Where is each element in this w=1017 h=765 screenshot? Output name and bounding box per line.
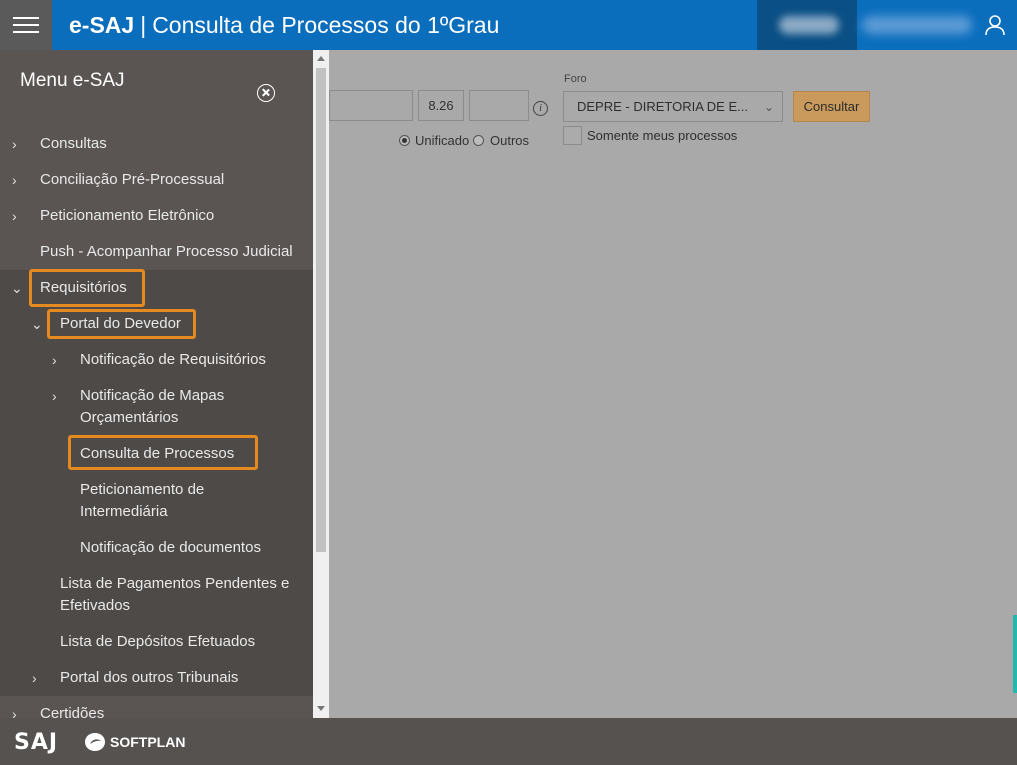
saj-logo: SAJ <box>14 730 59 755</box>
sidebar-item-notificacao-requisitorios[interactable]: Notificação de Requisitórios <box>80 349 266 371</box>
sidebar-item-consulta-processos[interactable]: Consulta de Processos <box>80 443 234 465</box>
chevron-right-icon: › <box>12 706 17 718</box>
sidebar-item-requisitorios[interactable]: Requisitórios <box>40 277 127 299</box>
process-number-field-3[interactable] <box>469 90 529 121</box>
chevron-right-icon: › <box>12 208 17 224</box>
title-separator: | <box>140 12 147 38</box>
sidebar-menu: Menu e-SAJ › Consultas › Conciliação Pré… <box>0 50 313 718</box>
sidebar-item-certidoes[interactable]: Certidões <box>40 703 104 718</box>
close-icon[interactable] <box>257 84 275 102</box>
chevron-down-icon: ⌄ <box>11 280 23 296</box>
info-icon[interactable]: i <box>533 101 548 116</box>
softplan-logo: SOFTPLAN <box>84 732 185 752</box>
sidebar-item-conciliacao[interactable]: Conciliação Pré-Processual <box>40 169 224 191</box>
sidebar-item-notificacao-documentos[interactable]: Notificação de documentos <box>80 537 261 559</box>
somente-meus-processos-label: Somente meus processos <box>587 128 738 143</box>
sidebar-item-notificacao-mapas-line2[interactable]: Orçamentários <box>80 407 178 429</box>
process-number-field-2[interactable]: 8.26 <box>418 90 464 121</box>
side-feedback-tab[interactable] <box>1013 615 1017 693</box>
scroll-down-arrow-icon[interactable] <box>317 706 325 711</box>
somente-meus-processos-checkbox[interactable] <box>563 126 582 145</box>
foro-select[interactable]: DEPRE - DIRETORIA DE E... ⌄ <box>563 91 783 122</box>
radio-outros-label: Outros <box>490 133 530 148</box>
chevron-right-icon: › <box>52 352 57 368</box>
radio-outros[interactable] <box>473 135 484 146</box>
softplan-mark-icon <box>85 733 105 751</box>
scroll-up-arrow-icon[interactable] <box>317 56 325 61</box>
sidebar-item-peticionamento-intermediaria-line2[interactable]: Intermediária <box>80 501 168 523</box>
menu-title: Menu e-SAJ <box>20 70 125 91</box>
sidebar-item-push[interactable]: Push - Acompanhar Processo Judicial <box>40 241 293 263</box>
user-icon[interactable] <box>984 14 1006 36</box>
sidebar-item-portal-outros-tribunais[interactable]: Portal dos outros Tribunais <box>60 667 238 689</box>
brand-name: e-SAJ <box>69 12 135 38</box>
sidebar-item-portal-devedor[interactable]: Portal do Devedor <box>60 313 181 335</box>
chevron-right-icon: › <box>32 670 37 686</box>
softplan-text: SOFTPLAN <box>110 734 186 750</box>
chevron-down-icon: ⌄ <box>763 100 774 114</box>
sidebar-item-lista-pagamentos[interactable]: Lista de Pagamentos Pendentes e <box>60 573 289 595</box>
redacted-user-info <box>757 0 857 50</box>
chevron-right-icon: › <box>12 172 17 188</box>
app-title: e-SAJ | Consulta de Processos do 1ºGrau <box>69 11 499 39</box>
hamburger-menu-button[interactable] <box>0 0 52 50</box>
sidebar-item-peticionamento[interactable]: Peticionamento Eletrônico <box>40 205 214 227</box>
sidebar-item-lista-pagamentos-line2[interactable]: Efetivados <box>60 595 130 617</box>
redacted-user-name <box>862 16 972 34</box>
chevron-right-icon: › <box>12 136 17 152</box>
sidebar-item-notificacao-mapas[interactable]: Notificação de Mapas <box>80 385 224 407</box>
sidebar-item-consultas[interactable]: Consultas <box>40 133 107 155</box>
foro-selected-value: DEPRE - DIRETORIA DE E... <box>577 99 748 114</box>
sidebar-item-peticionamento-intermediaria[interactable]: Peticionamento de <box>80 479 204 501</box>
foro-label: Foro <box>564 73 587 85</box>
chevron-right-icon: › <box>52 388 57 404</box>
scrollbar-thumb[interactable] <box>316 68 326 552</box>
sidebar-scrollbar[interactable] <box>313 50 329 718</box>
process-number-field-1[interactable] <box>329 90 413 121</box>
top-header: e-SAJ | Consulta de Processos do 1ºGrau <box>0 0 1017 50</box>
radio-unificado-label: Unificado <box>415 133 470 148</box>
hamburger-icon <box>13 17 39 33</box>
sidebar-item-lista-depositos[interactable]: Lista de Depósitos Efetuados <box>60 631 255 653</box>
page-title: Consulta de Processos do 1ºGrau <box>152 12 500 38</box>
radio-unificado[interactable] <box>399 135 410 146</box>
footer: SAJ SOFTPLAN <box>0 718 1017 765</box>
consultar-button[interactable]: Consultar <box>793 91 870 122</box>
chevron-down-icon: ⌄ <box>31 316 43 332</box>
